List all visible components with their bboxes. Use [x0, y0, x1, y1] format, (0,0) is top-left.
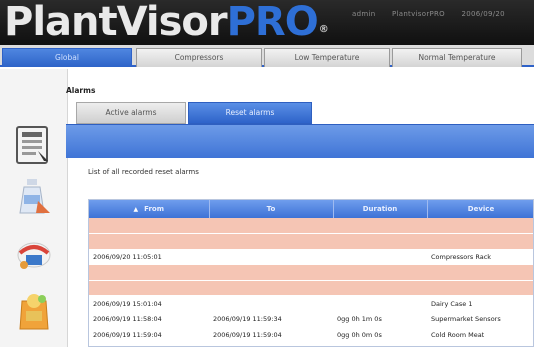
table-cell-duration	[333, 280, 427, 297]
table-cell-from: 2006/09/19 15:01:04	[89, 295, 209, 313]
table-row[interactable]	[89, 280, 533, 297]
sort-icon: ▲	[133, 206, 139, 213]
main-menu: Global Compressors Low Temperature Norma…	[0, 45, 534, 67]
table-caption: List of all recorded reset alarms	[88, 168, 199, 176]
table-cell-to	[209, 218, 333, 235]
table-cell-from	[89, 233, 209, 250]
table-cell-device	[427, 264, 533, 281]
logo-registered: ®	[318, 24, 329, 35]
tab-global[interactable]: Global	[2, 48, 132, 67]
table-cell-device	[427, 218, 533, 235]
table-cell-to	[209, 295, 333, 313]
table-cell-from: 2006/09/19 11:58:04	[89, 311, 209, 328]
table-cell-device	[427, 280, 533, 297]
table-cell-duration: 0gg 0h 0m 0s	[333, 327, 427, 344]
tab-reset-alarms[interactable]: Reset alarms	[188, 102, 312, 124]
table-row[interactable]	[89, 264, 533, 281]
tab-active-alarms[interactable]: Active alarms	[76, 102, 186, 124]
table-row[interactable]	[89, 218, 533, 235]
table-cell-duration	[333, 249, 427, 266]
groceries-icon[interactable]	[14, 291, 54, 331]
table-cell-device: Supermarket Sensors	[427, 311, 533, 328]
left-icon-panel	[0, 69, 68, 347]
table-row[interactable]	[89, 233, 533, 250]
table-cell-to: 2006/09/19 11:59:04	[209, 327, 333, 344]
table-cell-to	[209, 264, 333, 281]
document-icon[interactable]	[14, 125, 54, 165]
column-header-to[interactable]: To	[209, 200, 334, 218]
column-header-label: From	[144, 205, 164, 213]
table-cell-device: Cold Room Meat	[427, 327, 533, 344]
tab-normal-temperature[interactable]: Normal Temperature	[392, 48, 522, 67]
column-header-from[interactable]: ▲ From	[89, 200, 210, 218]
user-info: admin PlantvisorPRO 2006/09/20	[352, 10, 519, 18]
table-cell-duration	[333, 233, 427, 250]
page-title: Alarms	[66, 86, 96, 95]
table-cell-duration	[333, 264, 427, 281]
site-name: PlantvisorPRO	[391, 10, 445, 18]
table-row[interactable]: 2006/09/19 15:01:04 Dairy Case 1	[89, 295, 533, 313]
table-row[interactable]: 2006/09/20 11:05:01 Compressors Rack	[89, 249, 533, 266]
logo-pro-text: PRO	[226, 0, 319, 45]
app-logo: PlantVisorPRO®	[4, 0, 329, 46]
table-cell-device: Compressors Rack	[427, 249, 533, 266]
table-cell-from: 2006/09/20 11:05:01	[89, 249, 209, 266]
food-package-icon[interactable]	[14, 235, 54, 275]
header-date: 2006/09/20	[461, 10, 505, 18]
table-cell-from	[89, 264, 209, 281]
table-cell-device	[427, 233, 533, 250]
table-row[interactable]: 2006/09/19 11:58:04 2006/09/19 11:59:34 0g…	[89, 311, 533, 328]
table-cell-duration: 0gg 0h 1m 0s	[333, 311, 427, 328]
bottle-icon[interactable]	[14, 177, 54, 217]
user-name: admin	[352, 10, 376, 18]
tab-low-temperature[interactable]: Low Temperature	[264, 48, 390, 67]
subtab-content-bar	[66, 124, 534, 158]
table-cell-from	[89, 218, 209, 235]
table-cell-to: 2006/09/19 11:59:34	[209, 311, 333, 328]
table-cell-to	[209, 280, 333, 297]
logo-text: PlantVisor	[4, 0, 228, 45]
table-row[interactable]: 2006/09/19 11:59:04 2006/09/19 11:59:04 0g…	[89, 327, 533, 344]
table-cell-duration	[333, 295, 427, 313]
table-cell-from	[89, 280, 209, 297]
tab-compressors[interactable]: Compressors	[136, 48, 262, 67]
table-cell-duration	[333, 218, 427, 235]
table-cell-from: 2006/09/19 11:59:04	[89, 327, 209, 344]
table-cell-device: Dairy Case 1	[427, 295, 533, 313]
app-header: PlantVisorPRO® admin PlantvisorPRO 2006/…	[0, 0, 534, 45]
alarms-table: ▲ From To Duration Device 2006/09/20 11:0…	[88, 199, 534, 347]
table-header-row: ▲ From To Duration Device	[89, 200, 533, 218]
column-header-device[interactable]: Device	[427, 200, 533, 218]
table-cell-to	[209, 233, 333, 250]
table-cell-to	[209, 249, 333, 266]
column-header-duration[interactable]: Duration	[333, 200, 428, 218]
